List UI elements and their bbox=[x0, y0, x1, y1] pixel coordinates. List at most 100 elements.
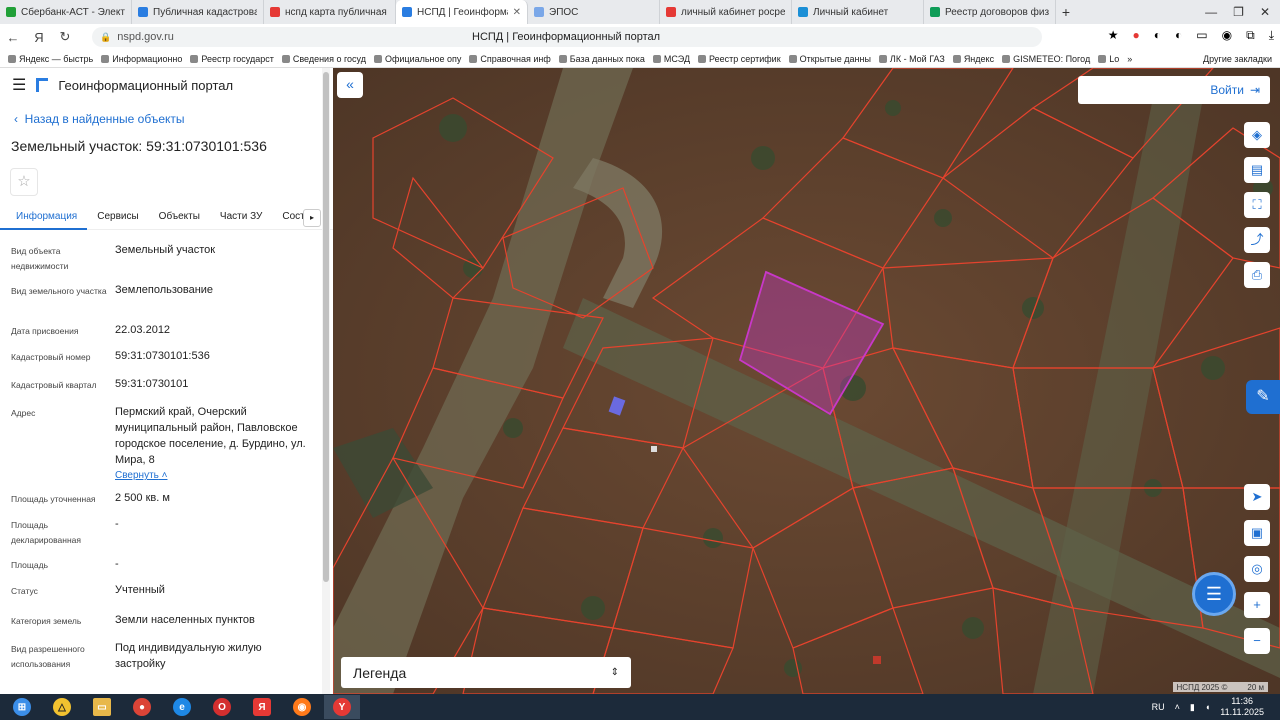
bookmark-item[interactable]: Открытые данны bbox=[788, 54, 871, 64]
address-bar[interactable]: 🔒 nspd.gov.ru НСПД | Геоинформационный п… bbox=[92, 27, 1042, 47]
start-button-icon[interactable]: ⊞ bbox=[4, 695, 40, 719]
ie-icon[interactable]: e bbox=[164, 695, 200, 719]
bookmark-item[interactable]: Lo bbox=[1098, 54, 1119, 64]
browser-tab[interactable]: Публичная кадастровая bbox=[132, 0, 264, 24]
geolocation-icon[interactable]: ◎ bbox=[1244, 556, 1270, 582]
info-tab[interactable]: Объекты bbox=[149, 206, 210, 230]
other-bookmarks[interactable]: Другие закладки bbox=[1203, 54, 1280, 64]
zoom-out-icon[interactable]: − bbox=[1244, 628, 1270, 654]
panel-scrollbar[interactable] bbox=[322, 68, 330, 694]
network-icon[interactable]: ▮ bbox=[1190, 702, 1195, 713]
login-button[interactable]: Войти ⇥ bbox=[1078, 76, 1270, 104]
bookmark-item[interactable]: Яндекс bbox=[952, 54, 994, 64]
browser-tab[interactable]: нспд карта публичная ка bbox=[264, 0, 396, 24]
bookmark-item[interactable]: GISMETEO: Погод bbox=[1002, 54, 1090, 64]
portal-title: Геоинформационный портал bbox=[58, 77, 234, 93]
bookmark-icon bbox=[558, 54, 567, 63]
select-area-icon[interactable]: ⛶ bbox=[1244, 192, 1270, 218]
map-view[interactable]: « Войти ⇥ ◈ ▤ ⛶ ⤴ ⎙ ✎ ➤ ▣ ◎ + − ☰ Легенда… bbox=[333, 68, 1280, 694]
new-tab-button[interactable]: + bbox=[1056, 4, 1076, 20]
download-icon[interactable]: ⤓ bbox=[1269, 28, 1274, 43]
reload-icon[interactable]: ↻ bbox=[52, 29, 78, 45]
attribute-label: Дата присвоения bbox=[11, 326, 79, 336]
yandex-icon[interactable]: Я bbox=[26, 30, 52, 45]
attribute-row: Статус Учтенный bbox=[0, 582, 333, 612]
close-tab-icon[interactable]: ✕ bbox=[513, 7, 521, 18]
profile-icon[interactable]: ◉ bbox=[1222, 28, 1232, 43]
bookmark-icon bbox=[469, 54, 478, 63]
print-icon[interactable]: ⎙ bbox=[1244, 262, 1270, 288]
portal-logo-icon bbox=[36, 78, 49, 92]
browser-tab[interactable]: ЭПОС bbox=[528, 0, 660, 24]
bookmark-item[interactable]: Яндекс — быстрь bbox=[8, 54, 93, 64]
bookmark-star-icon[interactable]: ★ bbox=[1108, 28, 1119, 43]
zoom-in-icon[interactable]: + bbox=[1244, 592, 1270, 618]
firefox-icon[interactable]: ◉ bbox=[284, 695, 320, 719]
browser-tab[interactable]: НСПД | Геоинформац ✕ bbox=[396, 0, 528, 24]
share-icon[interactable]: ⤴ bbox=[1244, 227, 1270, 253]
legend-dropdown[interactable]: Легенда ⇕ bbox=[341, 657, 631, 688]
puzzle-icon[interactable]: ⧉ bbox=[1246, 28, 1255, 43]
opera-icon[interactable]: O bbox=[204, 695, 240, 719]
bookmarks-overflow-icon[interactable]: » bbox=[1127, 54, 1132, 64]
bookmark-label: МСЭД bbox=[663, 53, 691, 64]
satellite-map[interactable] bbox=[333, 68, 1280, 694]
attribute-label: Вид разрешенного использования bbox=[11, 644, 85, 669]
bookmark-item[interactable]: МСЭД bbox=[652, 53, 691, 64]
menu-icon[interactable]: ☰ bbox=[12, 75, 26, 95]
close-window-icon[interactable]: ✕ bbox=[1260, 5, 1270, 19]
bookmark-item[interactable]: Реестр государст bbox=[190, 54, 274, 64]
small-structure bbox=[651, 446, 657, 452]
yandex-app-icon[interactable]: Я bbox=[244, 695, 280, 719]
bookmark-item[interactable]: Официальное опу bbox=[374, 54, 461, 64]
bookmark-item[interactable]: База данных пока bbox=[558, 54, 645, 64]
system-tray: RU ˄ ▮ ◖ 11:36 11.11.2025 bbox=[1152, 696, 1280, 718]
locate-icon[interactable]: ➤ bbox=[1244, 484, 1270, 510]
tray-chevron-icon[interactable]: ˄ bbox=[1175, 702, 1180, 712]
extension-icon[interactable]: ◐ bbox=[1154, 28, 1161, 43]
collapse-panel-button[interactable]: « bbox=[337, 72, 363, 98]
scrollbar-thumb[interactable] bbox=[323, 72, 329, 582]
attribute-value: Землепользование bbox=[115, 284, 214, 296]
chat-icon[interactable]: ☰ bbox=[1192, 572, 1236, 616]
collapse-address-link[interactable]: Свернуть ˄ bbox=[115, 468, 315, 484]
yandex-browser-icon[interactable]: Y bbox=[324, 695, 360, 719]
tab-title: Сбербанк-АСТ - Электро bbox=[21, 6, 125, 18]
attribute-value: Пермский край, Очерский муниципальный ра… bbox=[115, 404, 315, 490]
explorer-icon[interactable]: ▭ bbox=[84, 695, 120, 719]
volume-icon[interactable]: ◖ bbox=[1205, 702, 1210, 712]
browser-tab[interactable]: личный кабинет росреес bbox=[660, 0, 792, 24]
maximize-icon[interactable]: ❐ bbox=[1233, 5, 1244, 19]
app-icon-1[interactable]: △ bbox=[44, 695, 80, 719]
bookmark-label: Информационно bbox=[112, 53, 183, 64]
extensions-menu-icon[interactable]: ▭ bbox=[1196, 28, 1207, 43]
info-tab[interactable]: Сервисы bbox=[87, 206, 148, 230]
browser-tab[interactable]: Сбербанк-АСТ - Электро bbox=[0, 0, 132, 24]
ruler-icon[interactable]: ▤ bbox=[1244, 157, 1270, 183]
attribute-row: Категория земель Земли населенных пунктов bbox=[0, 612, 333, 640]
browser-tab[interactable]: Реестр договоров физл bbox=[924, 0, 1056, 24]
minimize-icon[interactable]: — bbox=[1205, 5, 1217, 19]
layers-icon[interactable]: ◈ bbox=[1244, 122, 1270, 148]
feedback-icon[interactable]: ✎ bbox=[1246, 380, 1280, 414]
minimap-icon[interactable]: ▣ bbox=[1244, 520, 1270, 546]
bookmark-item[interactable]: Информационно bbox=[101, 54, 182, 64]
extension-icon-2[interactable]: ◐ bbox=[1175, 28, 1182, 43]
back-to-results-link[interactable]: ‹ Назад в найденные объекты bbox=[0, 112, 333, 126]
bookmark-icon bbox=[1098, 54, 1107, 63]
info-tab[interactable]: Информация bbox=[0, 206, 88, 230]
back-arrow-icon[interactable]: ← bbox=[0, 30, 26, 45]
language-indicator[interactable]: RU bbox=[1152, 702, 1165, 712]
chrome-icon[interactable]: ● bbox=[124, 695, 160, 719]
bookmark-item[interactable]: ЛК - Мой ГАЗ bbox=[878, 54, 945, 64]
copyright-text: НСПД 2025 © bbox=[1176, 682, 1228, 692]
bookmark-item[interactable]: Сведения о госуд bbox=[281, 54, 366, 64]
clock[interactable]: 11:36 11.11.2025 bbox=[1220, 696, 1264, 718]
info-tab[interactable]: Части ЗУ bbox=[210, 206, 272, 230]
bookmark-item[interactable]: Реестр сертифик bbox=[698, 54, 781, 64]
adblock-icon[interactable]: ● bbox=[1133, 28, 1140, 43]
bookmark-item[interactable]: Справочная инф bbox=[469, 54, 551, 64]
browser-tab[interactable]: Личный кабинет bbox=[792, 0, 924, 24]
tabs-scroll-right-icon[interactable]: ▸ bbox=[303, 209, 321, 227]
favorite-star-icon[interactable]: ☆ bbox=[10, 168, 38, 196]
